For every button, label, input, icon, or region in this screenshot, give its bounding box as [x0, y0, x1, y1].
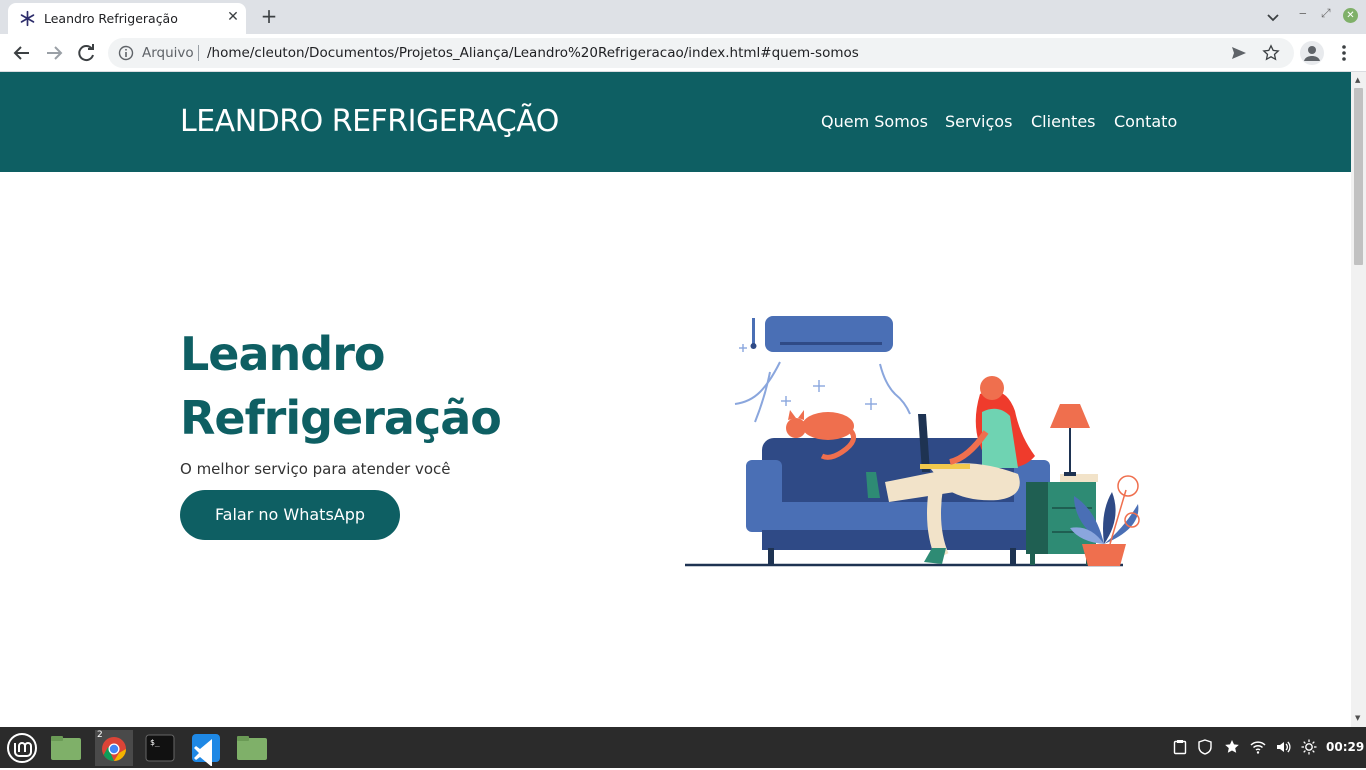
- window-count-badge: 2: [97, 730, 103, 740]
- folder-icon: [237, 736, 267, 760]
- back-arrow-icon[interactable]: [10, 41, 34, 65]
- page-viewport: LEANDRO REFRIGERAÇÃO Quem Somos Serviços…: [0, 72, 1351, 727]
- address-bar[interactable]: Arquivo /home/cleuton/Documentos/Projeto…: [108, 38, 1294, 68]
- terminal-launcher[interactable]: $_: [142, 730, 178, 766]
- minimize-window-icon[interactable]: ‒: [1299, 6, 1307, 20]
- vscode-icon: [192, 734, 220, 767]
- tab-close-icon[interactable]: ✕: [224, 8, 242, 26]
- close-window-icon[interactable]: ✕: [1343, 8, 1358, 23]
- star-icon[interactable]: [1224, 739, 1240, 755]
- lamp-illustration: [1050, 404, 1090, 476]
- new-tab-button[interactable]: +: [258, 6, 280, 28]
- bookmark-star-icon[interactable]: [1262, 44, 1280, 62]
- brightness-icon[interactable]: [1301, 739, 1317, 755]
- tab-title: Leandro Refrigeração: [44, 11, 178, 26]
- restore-window-icon[interactable]: ⤢: [1321, 6, 1331, 21]
- hero-title: Leandro Refrigeração: [180, 327, 502, 445]
- omnibox-separator: [198, 45, 199, 61]
- files-launcher[interactable]: [48, 730, 84, 766]
- reload-icon[interactable]: [74, 41, 98, 65]
- browser-toolbar: Arquivo /home/cleuton/Documentos/Projeto…: [0, 34, 1366, 72]
- linux-mint-logo-icon: [7, 733, 37, 763]
- chrome-taskbar-button[interactable]: 2: [95, 730, 133, 766]
- files-window-button[interactable]: [234, 730, 270, 766]
- system-clock[interactable]: 00:29: [1326, 740, 1364, 754]
- site-header: LEANDRO REFRIGERAÇÃO Quem Somos Serviços…: [0, 72, 1351, 172]
- hero-subtitle: O melhor serviço para atender você: [180, 460, 451, 478]
- svg-text:$_: $_: [150, 738, 160, 747]
- page-scrollbar[interactable]: ▲ ▼: [1351, 72, 1366, 727]
- protocol-label: Arquivo: [142, 45, 194, 61]
- clipboard-icon[interactable]: [1172, 739, 1188, 755]
- vscode-launcher[interactable]: [188, 730, 224, 767]
- site-brand[interactable]: LEANDRO REFRIGERAÇÃO: [180, 104, 559, 139]
- terminal-icon: $_: [145, 734, 175, 762]
- forward-arrow-icon[interactable]: [42, 41, 66, 65]
- info-icon[interactable]: [118, 45, 134, 61]
- kebab-menu-icon[interactable]: [1334, 41, 1354, 65]
- folder-icon: [51, 736, 81, 760]
- url-text[interactable]: /home/cleuton/Documentos/Projetos_Alianç…: [207, 45, 859, 61]
- nav-clientes[interactable]: Clientes: [1031, 112, 1096, 131]
- browser-tab-strip: Leandro Refrigeração ✕ + ‒ ⤢ ✕: [0, 0, 1366, 34]
- send-icon[interactable]: [1230, 44, 1248, 62]
- os-taskbar: 2 $_ 00:29: [0, 727, 1366, 768]
- air-conditioner-illustration: [750, 316, 893, 352]
- snowflake-icon: [20, 10, 35, 27]
- scroll-down-arrow-icon[interactable]: ▼: [1355, 714, 1360, 722]
- scrollbar-thumb[interactable]: [1354, 88, 1363, 265]
- mint-menu-button[interactable]: [4, 730, 40, 766]
- nav-quem-somos[interactable]: Quem Somos: [821, 112, 928, 131]
- whatsapp-button[interactable]: Falar no WhatsApp: [180, 490, 400, 540]
- browser-tab[interactable]: Leandro Refrigeração ✕: [8, 3, 246, 34]
- person-icon: [1304, 46, 1320, 61]
- profile-avatar-icon[interactable]: [1300, 41, 1324, 65]
- volume-icon[interactable]: [1275, 739, 1291, 755]
- wifi-icon[interactable]: [1250, 739, 1266, 755]
- hero-illustration: [685, 316, 1140, 567]
- scroll-up-arrow-icon[interactable]: ▲: [1355, 76, 1360, 84]
- nav-contato[interactable]: Contato: [1114, 112, 1177, 131]
- tab-search-chevron-icon[interactable]: [1264, 8, 1282, 26]
- nav-servicos[interactable]: Serviços: [945, 112, 1012, 131]
- shield-icon[interactable]: [1197, 739, 1213, 755]
